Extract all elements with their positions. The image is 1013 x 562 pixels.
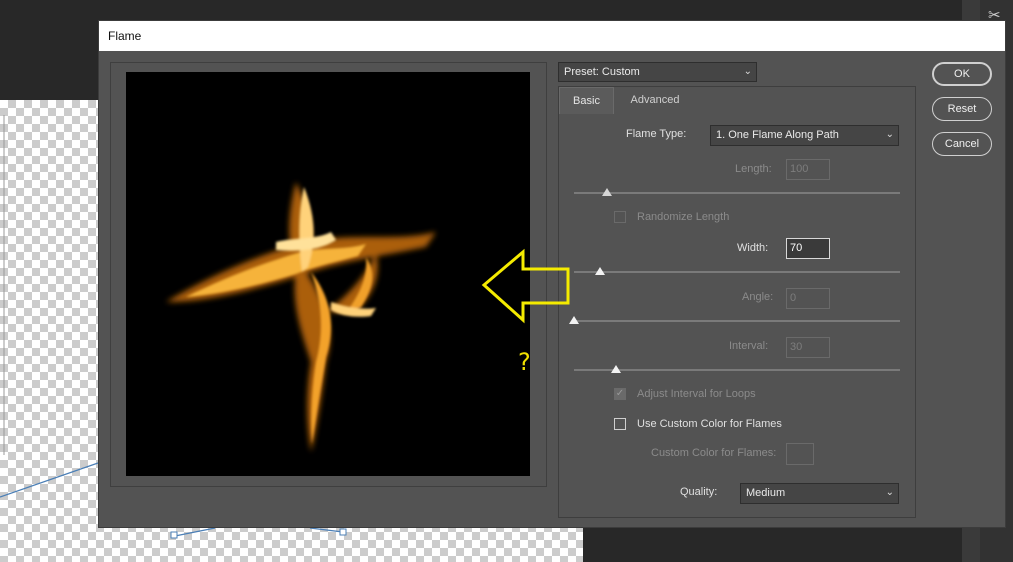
randomize-length-checkbox[interactable] <box>614 211 626 223</box>
flame-type-label: Flame Type: <box>626 128 687 140</box>
use-custom-color-checkbox[interactable] <box>614 418 626 430</box>
annotation-question-mark: ? <box>518 348 531 376</box>
tab-advanced[interactable]: Advanced <box>614 87 696 114</box>
path-anchor-point <box>339 528 347 536</box>
path-anchor-point <box>170 531 178 539</box>
adjust-interval-checkbox[interactable]: ✓ <box>614 388 626 400</box>
angle-slider-thumb[interactable] <box>569 316 579 324</box>
interval-slider-thumb[interactable] <box>611 365 622 373</box>
ok-button[interactable]: OK <box>932 62 992 86</box>
cancel-button[interactable]: Cancel <box>932 132 992 156</box>
width-field[interactable]: 70 <box>786 238 830 259</box>
interval-field[interactable]: 30 <box>786 337 830 358</box>
angle-field[interactable]: 0 <box>786 288 830 309</box>
flame-preview-image <box>166 182 436 452</box>
width-label: Width: <box>737 242 769 254</box>
tab-basic-label: Basic <box>573 95 600 107</box>
quality-label: Quality: <box>680 486 718 498</box>
length-slider-thumb[interactable] <box>601 188 612 196</box>
adjust-interval-label: Adjust Interval for Loops <box>637 388 756 400</box>
length-slider-track[interactable] <box>574 192 900 194</box>
chevron-down-icon: ⌄ <box>885 487 894 498</box>
flame-type-value: 1. One Flame Along Path <box>716 129 839 141</box>
reset-button[interactable]: Reset <box>932 97 992 121</box>
chevron-down-icon: ⌄ <box>885 129 894 140</box>
width-slider-thumb[interactable] <box>595 267 606 275</box>
tab-basic[interactable]: Basic <box>559 87 614 114</box>
chevron-down-icon: ⌄ <box>743 66 752 77</box>
quality-select[interactable]: Medium ⌄ <box>740 483 899 504</box>
tab-advanced-label: Advanced <box>630 94 680 106</box>
angle-slider-track[interactable] <box>574 320 900 322</box>
dialog-title: Flame <box>108 29 142 43</box>
length-label: Length: <box>735 163 772 175</box>
custom-color-label: Custom Color for Flames: <box>651 447 777 459</box>
angle-label: Angle: <box>742 291 774 303</box>
randomize-length-label: Randomize Length <box>637 211 730 223</box>
flame-preview[interactable] <box>126 72 530 476</box>
flame-type-select[interactable]: 1. One Flame Along Path ⌄ <box>710 125 899 146</box>
preset-select[interactable]: Preset: Custom ⌄ <box>558 62 757 82</box>
custom-color-swatch[interactable] <box>786 443 814 465</box>
use-custom-color-label: Use Custom Color for Flames <box>637 418 782 430</box>
length-field[interactable]: 100 <box>786 159 830 180</box>
interval-slider-track[interactable] <box>574 369 900 371</box>
width-slider-track[interactable] <box>574 271 900 273</box>
preset-value: Preset: Custom <box>564 66 640 78</box>
quality-value: Medium <box>746 487 786 499</box>
interval-label: Interval: <box>729 340 769 352</box>
dialog-titlebar[interactable]: Flame <box>99 21 1005 51</box>
flame-dialog: Flame Preset: Custom ⌄ Basic Advanced Fl… <box>98 20 1006 528</box>
